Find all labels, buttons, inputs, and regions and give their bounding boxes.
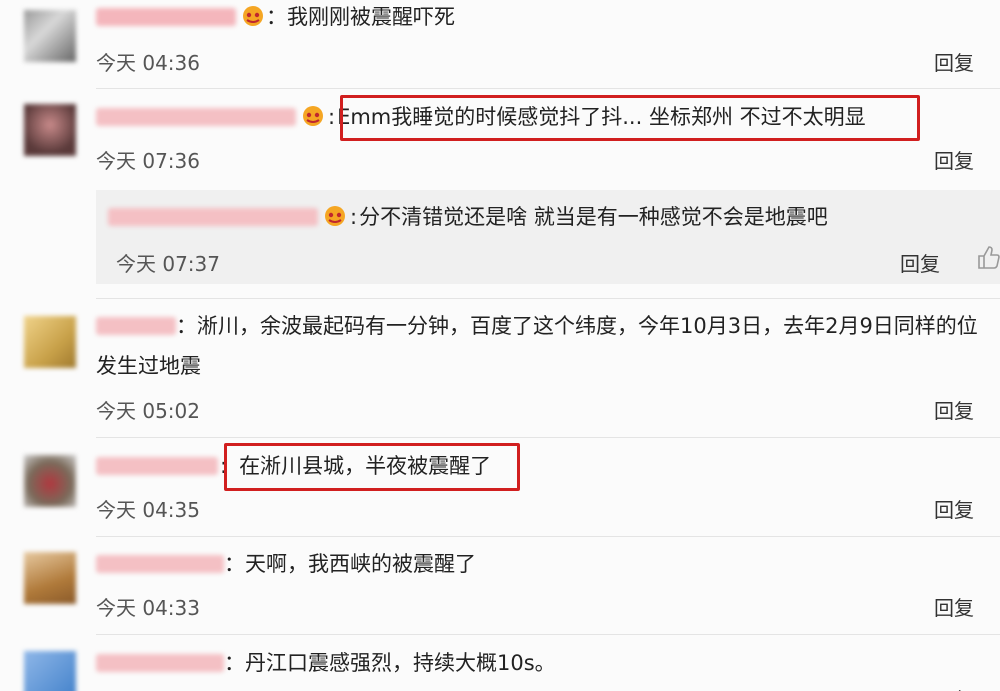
thumbs-up-icon[interactable] — [976, 244, 1000, 270]
comment-text: ：淅川，余波最起码有一分钟，百度了这个纬度，今年10月3日，去年2月9日同样的位 — [176, 314, 978, 338]
comment-line: ：丹江口震感强烈，持续大概10s。 — [96, 648, 1000, 678]
comment-text: ：丹江口震感强烈，持续大概10s。 — [224, 651, 556, 675]
avatar[interactable] — [24, 651, 76, 691]
sub-reply-text: 分不清错觉还是啥 就当是有一种感觉不会是地震吧 — [359, 205, 828, 229]
username-blurred[interactable] — [96, 654, 224, 672]
username-blurred[interactable] — [108, 208, 318, 226]
vip-badge-icon — [300, 105, 326, 127]
username-blurred[interactable] — [96, 457, 218, 475]
comment-time: 今天 04:33 — [96, 596, 200, 620]
avatar[interactable] — [24, 552, 76, 604]
reply-button[interactable]: 回复 — [934, 47, 974, 76]
comment-text-continued: 发生过地震 — [96, 354, 201, 378]
comment-line: ：天啊，我西峡的被震醒了 — [96, 549, 1000, 579]
sub-reply: :分不清错觉还是啥 就当是有一种感觉不会是地震吧 今天 07:37 回复 — [96, 190, 1000, 284]
comment-list: ：我刚刚被震醒吓死 今天 04:36 回复 :Emm我睡觉的时候感觉抖了抖...… — [0, 0, 1000, 691]
sub-reply-time: 今天 07:37 — [116, 252, 220, 276]
comment-time: 今天 04:35 — [96, 498, 200, 522]
avatar[interactable] — [24, 316, 76, 368]
username-blurred[interactable] — [96, 317, 176, 335]
comment-time: 今天 05:02 — [96, 399, 200, 423]
comment-line: ：我刚刚被震醒吓死 — [96, 2, 1000, 32]
reply-button[interactable]: 回复 — [934, 494, 974, 523]
username-blurred[interactable] — [96, 108, 296, 126]
comment-text: ：我刚刚被震醒吓死 — [266, 5, 455, 29]
comment-text: ：天啊，我西峡的被震醒了 — [224, 552, 476, 576]
reply-button[interactable]: 回复 — [934, 395, 974, 424]
reply-button[interactable]: 回复 — [934, 592, 974, 621]
divider — [96, 536, 1000, 537]
highlight-box — [224, 443, 520, 491]
reply-button[interactable]: 回复 — [934, 145, 974, 174]
vip-badge-icon — [322, 205, 348, 227]
reply-button[interactable]: 回复 — [934, 684, 974, 691]
comment-line: ：淅川，余波最起码有一分钟，百度了这个纬度，今年10月3日，去年2月9日同样的位 — [96, 311, 1000, 341]
avatar[interactable] — [24, 104, 76, 156]
username-blurred[interactable] — [96, 8, 236, 26]
avatar[interactable] — [24, 10, 76, 62]
sub-reply-button[interactable]: 回复 — [900, 248, 940, 277]
highlight-box — [340, 95, 920, 141]
sub-reply-line: :分不清错觉还是啥 就当是有一种感觉不会是地震吧 — [108, 202, 1000, 232]
divider — [96, 634, 1000, 635]
vip-badge-icon — [240, 5, 266, 27]
divider — [96, 88, 1000, 89]
avatar[interactable] — [24, 455, 76, 507]
username-blurred[interactable] — [96, 555, 224, 573]
comment-time: 今天 07:36 — [96, 149, 200, 173]
divider — [96, 298, 1000, 299]
comment-time: 今天 04:36 — [96, 51, 200, 75]
divider — [96, 437, 1000, 438]
